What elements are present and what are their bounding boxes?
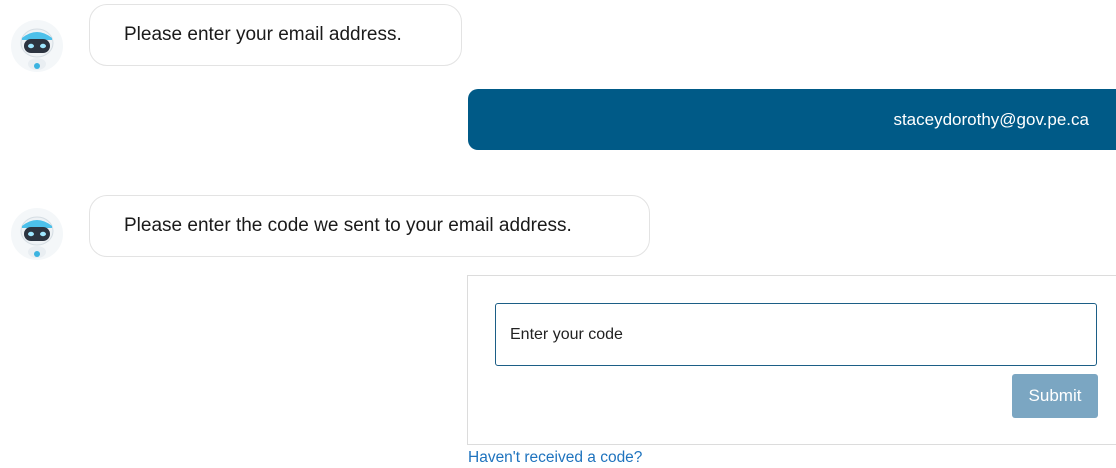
bot-message-text: Please enter your email address.: [124, 24, 402, 45]
code-input[interactable]: [495, 303, 1097, 366]
submit-button[interactable]: Submit: [1012, 374, 1098, 418]
bot-message: Please enter the code we sent to your em…: [89, 195, 650, 257]
robot-avatar-icon: [9, 18, 65, 74]
user-message-text: staceydorothy@gov.pe.ca: [893, 110, 1089, 129]
code-entry-card: Submit: [467, 275, 1116, 445]
chat-window: Please enter your email address. staceyd…: [0, 0, 1116, 468]
robot-avatar-icon: [9, 206, 65, 262]
resend-code-link[interactable]: Haven't received a code?: [468, 448, 642, 468]
user-message: staceydorothy@gov.pe.ca: [468, 89, 1116, 150]
bot-message: Please enter your email address.: [89, 4, 462, 66]
bot-message-text: Please enter the code we sent to your em…: [124, 215, 572, 236]
